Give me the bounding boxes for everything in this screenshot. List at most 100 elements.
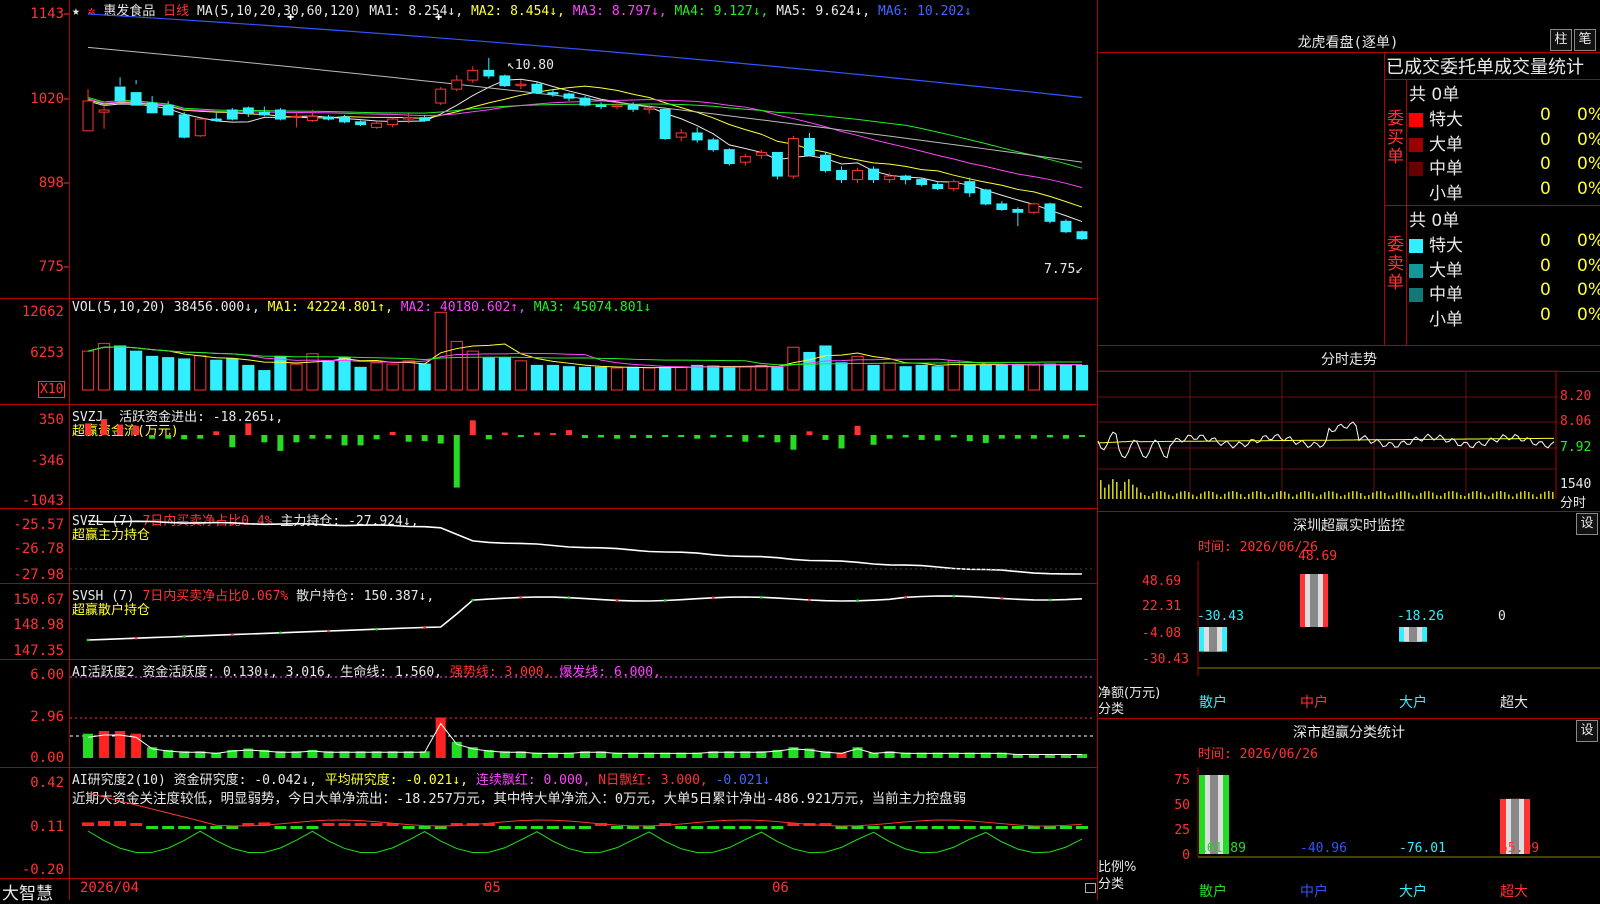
volume-bar (851, 355, 864, 391)
svzl-panel[interactable]: SVZL (7) 7日内买卖净占比0.4% 主力持仓: -27.924↓, 超赢… (0, 508, 1098, 583)
order-pct: 0% (1577, 129, 1600, 150)
candle-body (323, 116, 334, 120)
volume-bar (755, 364, 768, 391)
svsh-panel[interactable]: SVSH (7) 7日内买卖净占比0.067% 散户持仓: 150.387↓, … (0, 583, 1098, 659)
research-bar (178, 826, 191, 829)
candle-body (675, 132, 687, 138)
fenshi-volume-bar (1508, 494, 1510, 499)
fenshi-volume-bar (1116, 481, 1118, 499)
fund-flow-bar (549, 433, 556, 435)
svsh-line (87, 595, 1083, 641)
fenshi-volume-bar (1232, 491, 1234, 499)
candle-body (627, 104, 639, 110)
sz-net-chart: 48.69 22.31 -4.08 -30.43 -30.43 48.69 -18.26 0 散… (1098, 549, 1600, 717)
research-bar (226, 826, 239, 829)
candle-body (290, 115, 302, 118)
sm-value-label: -76.01 (1399, 841, 1446, 856)
svzj-panel[interactable]: SVZJ 活跃资金进出: -18.265↓, 超赢资金流(万元) 350 -34… (0, 404, 1098, 509)
svsh-dot (711, 596, 715, 600)
fenshi-volume-bar (1340, 496, 1342, 499)
fenshi-volume-bar (1176, 493, 1178, 499)
sz-axis-label: -30.43 (1142, 652, 1189, 667)
color-swatch (1409, 288, 1423, 302)
fenshi-volume-bar (1100, 480, 1102, 499)
order-type-label: 特大 (1429, 236, 1463, 256)
research-bar (1059, 826, 1072, 829)
fenshi-volume-bar (1464, 496, 1466, 499)
fenshi-volume-bar (1132, 484, 1134, 499)
bar-mode-button[interactable]: 柱 (1550, 29, 1572, 51)
fenshi-volume-bar (1196, 496, 1198, 499)
fenshi-volume-bar (1476, 491, 1478, 499)
fenshi-volume-bar (1528, 491, 1530, 499)
svsh-dot (134, 636, 138, 640)
volume-bar (643, 367, 656, 391)
fenshi-volume-bar (1144, 495, 1146, 499)
volume-bar (867, 364, 880, 391)
color-swatch (1409, 186, 1423, 201)
ai-active-panel[interactable]: AI活跃度2 资金活跃度: 0.130↓, 3.016, 生命线: 1.560,… (0, 659, 1098, 767)
volume-bar (1027, 363, 1041, 391)
fund-flow-bar (822, 435, 829, 440)
candle-body (900, 175, 912, 181)
candle-body (980, 189, 992, 205)
research-bar (82, 822, 95, 826)
volume-bar (979, 364, 992, 391)
sz-monitor-title: 深圳超赢实时监控 (1293, 518, 1405, 534)
fenshi-volume-bar (1172, 496, 1174, 499)
ai-research-panel[interactable]: AI研究度2(10) 资金研究度: -0.042↓, 平均研究度: -0.021… (0, 767, 1098, 878)
volume-bar (691, 364, 704, 391)
volume-bar (819, 345, 832, 391)
candle-body (643, 107, 655, 110)
research-bar (899, 826, 912, 829)
candle-body (531, 83, 543, 94)
fenshi-volume-bar (1372, 492, 1374, 499)
volume-bar (803, 351, 816, 391)
research-bar (979, 826, 992, 829)
fenshi-volume-bar (1240, 494, 1242, 499)
fund-flow-bar (565, 430, 572, 435)
candle-body (948, 181, 960, 190)
ai-research-chart (82, 792, 1088, 854)
fund-flow-bar (1014, 435, 1021, 439)
volume-bar (306, 353, 319, 391)
lhkp-title: 龙虎看盘(逐单) (1297, 35, 1399, 51)
sz-bar-fill (1209, 627, 1217, 652)
sm-settings-button[interactable]: 设 (1576, 720, 1598, 742)
intraday-chart[interactable]: 8.20 8.06 7.92 1540 分时 (1097, 370, 1600, 511)
sz-axis-label: 22.31 (1142, 599, 1181, 614)
fenshi-volume-bar (1180, 491, 1182, 499)
main-chart-panel[interactable]: ★ ✲ 惠发食品 日线 MA(5,10,20,30,60,120) MA1: 8… (0, 0, 1098, 298)
color-swatch (1409, 239, 1423, 253)
research-bar (579, 826, 591, 829)
sell-total: 共 0单 (1409, 211, 1460, 231)
order-type-label: 小单 (1429, 183, 1463, 204)
fenshi-volume-bar (1320, 494, 1322, 499)
lock-icon[interactable] (1085, 883, 1096, 893)
fund-flow-bar (646, 435, 653, 439)
fenshi-volume-bar (1292, 496, 1294, 499)
sm-stats-title: 深市超赢分类统计 (1293, 725, 1405, 741)
fenshi-volume-bar (1104, 487, 1106, 499)
fenshi-volume-bar (1404, 491, 1406, 499)
svsh-dot (278, 631, 282, 635)
research-bar (867, 826, 880, 829)
order-count: 0 (1540, 231, 1551, 251)
buy-group-label: 委买单 (1387, 109, 1404, 167)
date-tick-label: 2026/04 (80, 880, 140, 896)
fenshi-volume-bar (1136, 487, 1138, 499)
sz-category-label: 散户 (1199, 694, 1227, 711)
fenshi-volume-bar (1520, 491, 1522, 499)
fund-flow-bar (245, 423, 252, 435)
candlestick-chart[interactable]: ✚ ✚ (0, 0, 1098, 298)
fenshi-volume-bar (1532, 494, 1534, 499)
candle-body (242, 107, 254, 114)
sz-settings-button[interactable]: 设 (1576, 513, 1598, 535)
low-marker: 7.75↙ (1044, 262, 1084, 277)
volume-bar (530, 364, 544, 391)
sm-axis-label: 75 (1174, 773, 1190, 788)
volume-panel[interactable]: VOL(5,10,20) 38456.000↓, MA1: 42224.801↑… (0, 298, 1098, 404)
pen-mode-button[interactable]: 笔 (1574, 29, 1596, 51)
fenshi-volume-bar (1388, 495, 1390, 499)
candle-body (659, 108, 671, 140)
